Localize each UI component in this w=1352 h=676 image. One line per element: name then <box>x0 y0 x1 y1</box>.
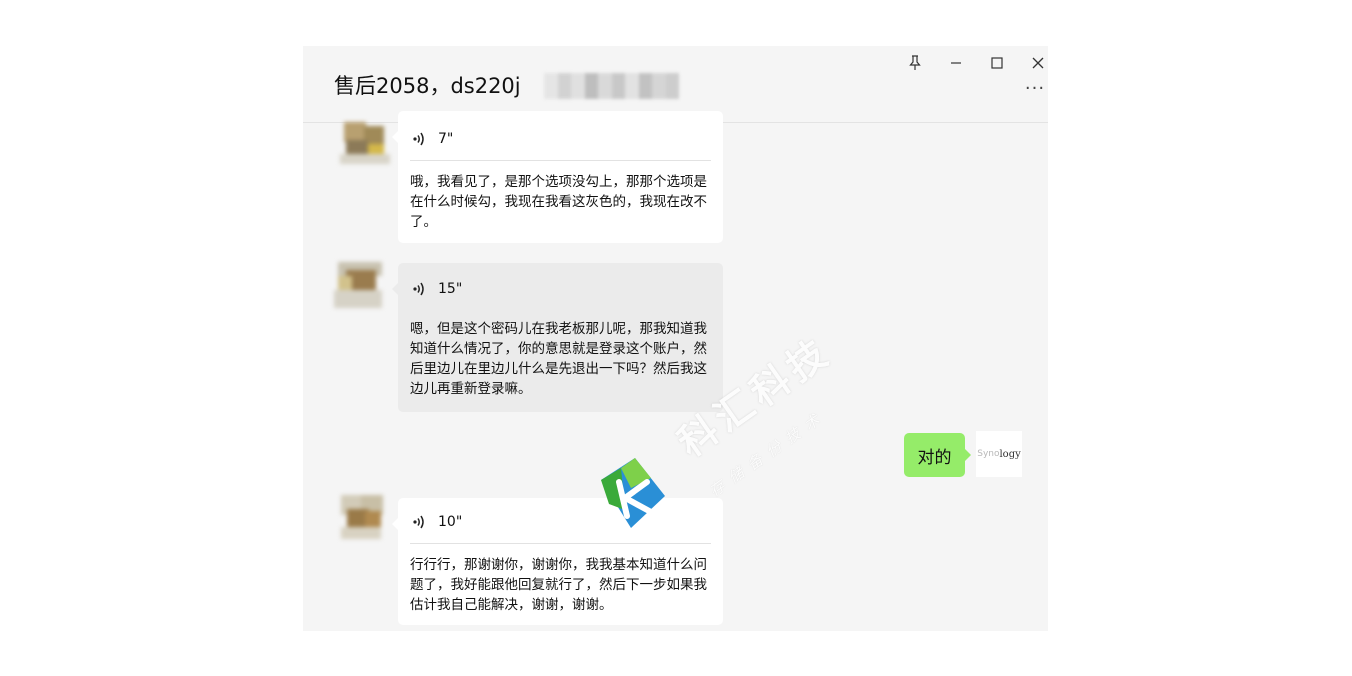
chat-title: 售后2058，ds220j <box>334 74 521 98</box>
voice-transcript: 嗯，但是这个密码儿在我老板那儿呢，那我知道我知道什么情况了，你的意思就是登录这个… <box>410 321 707 397</box>
avatar-brand-right: logy <box>999 448 1021 460</box>
chat-window: 售后2058，ds220j ··· 7" 哦，我看见了，是那个选项没勾上，那那个… <box>303 46 1048 631</box>
voice-wave-icon <box>413 282 424 296</box>
voice-message-bubble[interactable]: 7" 哦，我看见了，是那个选项没勾上，那那个选项是在什么时候勾，我现在我看这灰色… <box>392 111 723 243</box>
redacted-title-suffix <box>544 73 679 99</box>
minimize-icon <box>951 62 961 64</box>
voice-transcript: 行行行，那谢谢你，谢谢你，我我基本知道什么问题了，我好能跟他回复就行了，然后下一… <box>410 557 707 613</box>
more-options-button[interactable]: ··· <box>1022 80 1048 104</box>
watermark-subtitle: 存储备份技术 <box>706 406 830 501</box>
maximize-button[interactable] <box>984 50 1010 76</box>
contact-avatar[interactable] <box>337 493 389 543</box>
voice-duration: 7" <box>438 131 454 147</box>
contact-avatar[interactable] <box>340 118 392 168</box>
my-message-text: 对的 <box>917 447 952 468</box>
maximize-icon <box>991 57 1003 69</box>
voice-duration: 10" <box>438 514 463 530</box>
voice-play-control[interactable]: 10" <box>412 507 462 537</box>
voice-duration: 15" <box>438 281 463 297</box>
voice-wave-icon <box>413 132 424 146</box>
voice-play-control[interactable]: 15" <box>412 274 462 304</box>
my-avatar[interactable]: Syno logy <box>976 431 1022 477</box>
voice-divider <box>410 160 711 161</box>
close-button[interactable] <box>1025 50 1048 76</box>
voice-wave-icon <box>413 515 424 529</box>
voice-divider <box>410 543 711 544</box>
pin-icon <box>909 55 921 70</box>
minimize-button[interactable] <box>943 50 969 76</box>
voice-play-control[interactable]: 7" <box>412 124 453 154</box>
avatar-brand-left: Syno <box>977 449 1000 459</box>
voice-message-bubble[interactable]: 10" 行行行，那谢谢你，谢谢你，我我基本知道什么问题了，我好能跟他回复就行了，… <box>392 498 723 625</box>
voice-message-bubble[interactable]: 15" 嗯，但是这个密码儿在我老板那儿呢，那我知道我知道什么情况了，你的意思就是… <box>392 263 723 412</box>
my-message-bubble[interactable]: 对的 <box>904 433 971 477</box>
close-icon <box>1032 57 1044 69</box>
voice-transcript: 哦，我看见了，是那个选项没勾上，那那个选项是在什么时候勾，我现在我看这灰色的，我… <box>410 174 707 230</box>
pin-button[interactable] <box>902 50 928 76</box>
contact-avatar[interactable] <box>334 260 386 310</box>
